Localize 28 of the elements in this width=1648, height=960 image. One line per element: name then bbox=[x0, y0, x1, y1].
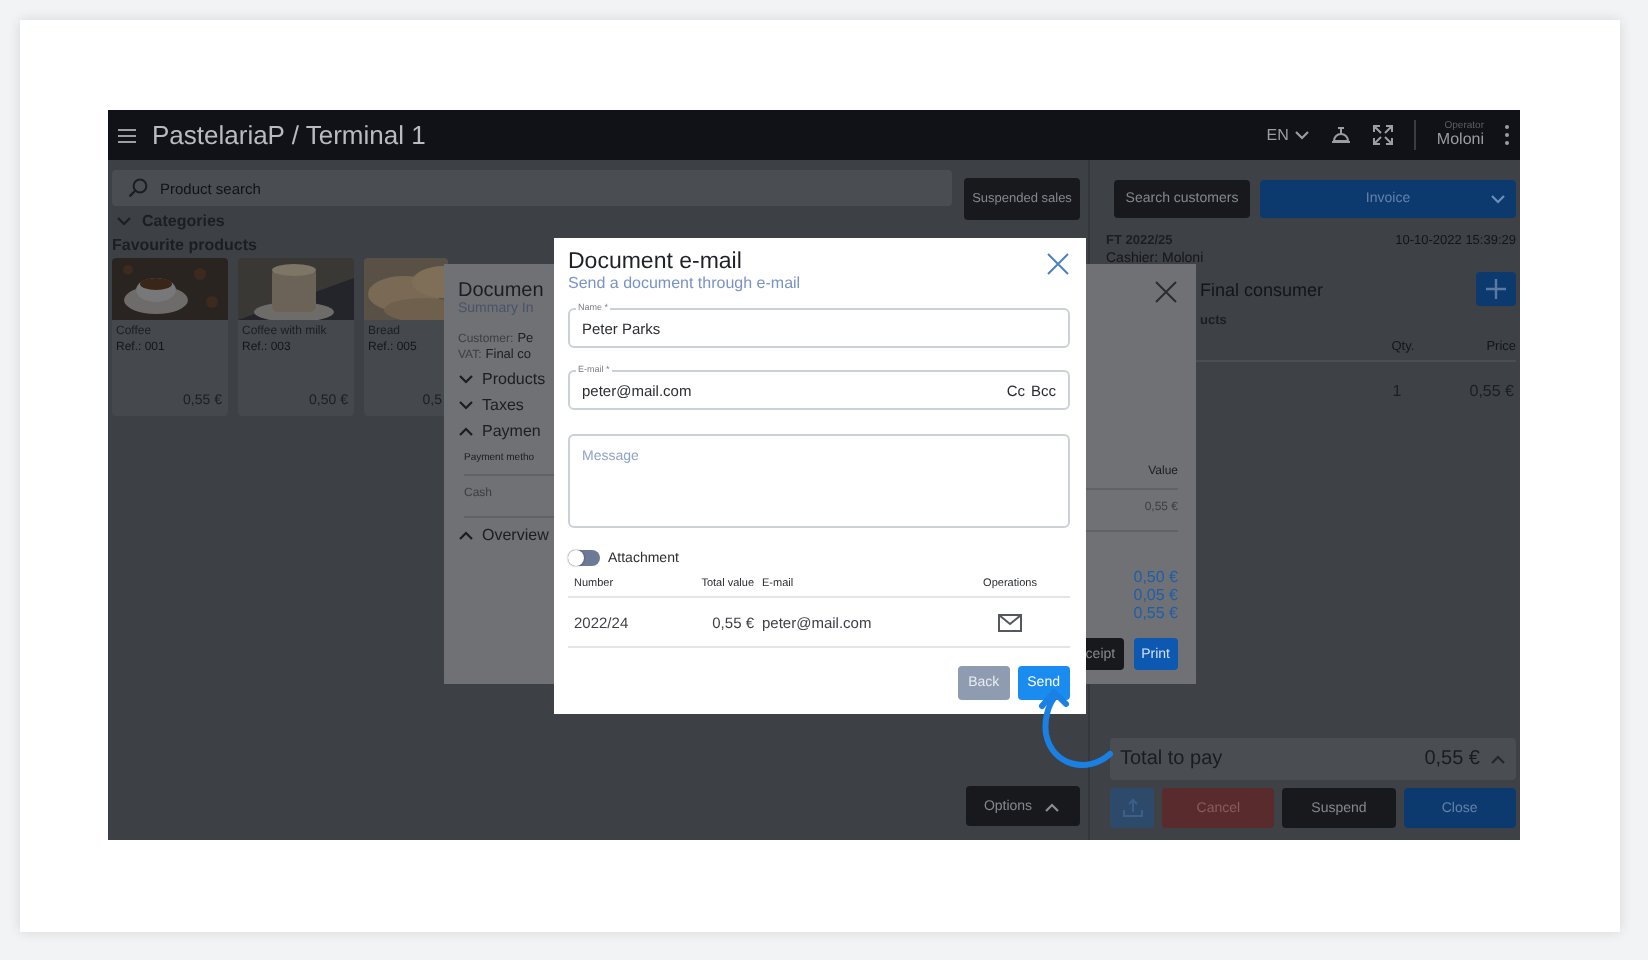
dialog-subtitle: Send a document through e-mail bbox=[568, 274, 801, 292]
chevron-down-icon bbox=[1294, 130, 1311, 140]
close-icon[interactable] bbox=[1046, 252, 1070, 276]
app-title: PastelariaP / Terminal 1 bbox=[152, 120, 426, 150]
amount-value: 0,05 € bbox=[1133, 586, 1178, 605]
amount-value: 0,55 € bbox=[1133, 604, 1178, 624]
chevron-down-icon bbox=[1490, 194, 1506, 204]
section-toggle[interactable]: Products bbox=[482, 370, 546, 388]
section-toggle[interactable]: Overview bbox=[482, 526, 549, 544]
more-icon[interactable] bbox=[1504, 124, 1510, 146]
service-bell-icon[interactable] bbox=[1330, 124, 1353, 146]
close-icon[interactable] bbox=[1154, 280, 1178, 304]
fullscreen-icon[interactable] bbox=[1372, 124, 1395, 146]
toggle-switch[interactable] bbox=[568, 550, 600, 566]
language-selector[interactable]: EN bbox=[1266, 126, 1311, 144]
search-icon bbox=[128, 178, 148, 198]
chevron-up-icon bbox=[1490, 754, 1506, 764]
dialog-title: Documen bbox=[458, 280, 546, 302]
envelope-icon[interactable] bbox=[998, 613, 1022, 631]
amount-value: 0,50 € bbox=[1133, 568, 1178, 587]
menu-icon[interactable] bbox=[118, 127, 136, 143]
tray-upload-icon bbox=[1121, 798, 1143, 818]
operator-name: Moloni bbox=[1436, 132, 1484, 148]
section-toggle[interactable]: Taxes bbox=[482, 396, 524, 414]
dialog-title: Document e-mail bbox=[568, 250, 744, 274]
chevron-up-icon bbox=[1044, 801, 1061, 811]
section-toggle[interactable]: Paymen bbox=[482, 422, 541, 440]
plus-icon[interactable] bbox=[1476, 272, 1516, 306]
